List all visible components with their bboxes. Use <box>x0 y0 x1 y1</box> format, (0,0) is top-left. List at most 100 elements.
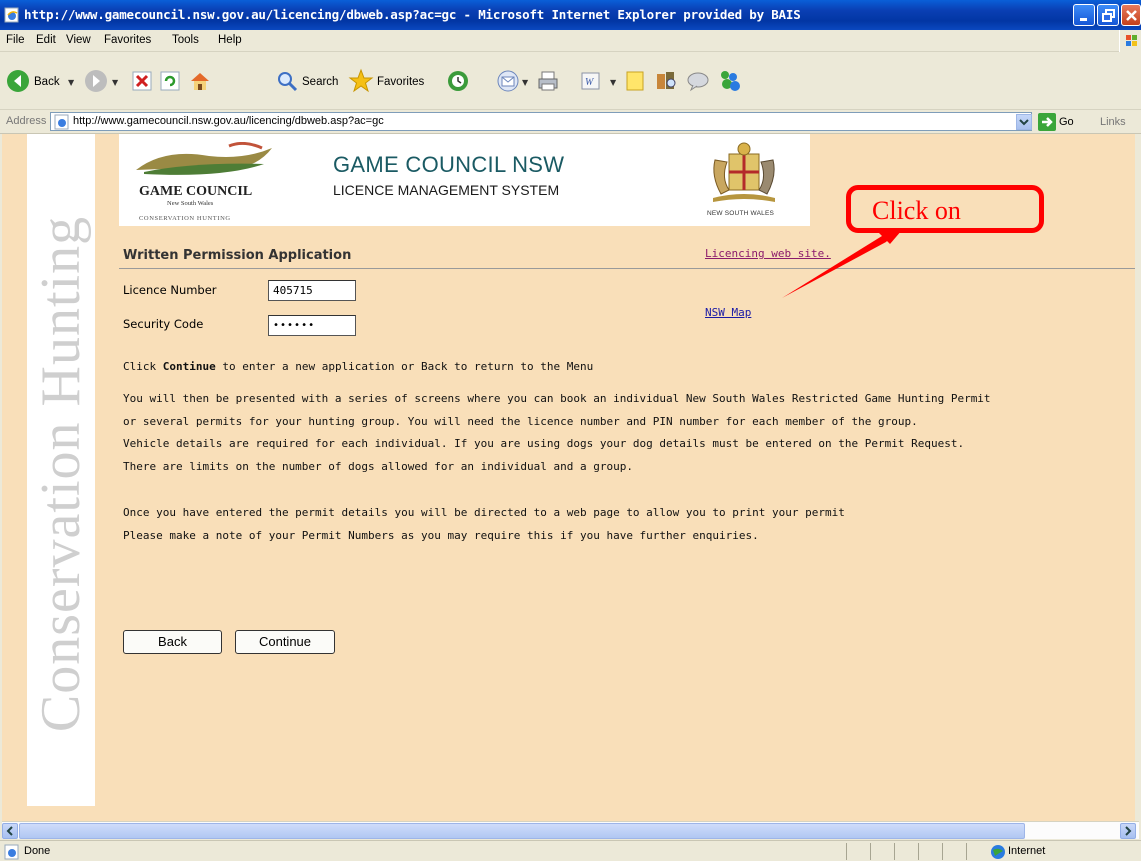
restore-icon <box>1102 9 1115 22</box>
windows-logo <box>1119 30 1141 52</box>
maximize-button[interactable] <box>1097 4 1119 26</box>
security-code-input[interactable]: •••••• <box>268 315 356 336</box>
chevron-left-icon <box>6 826 13 836</box>
search-icon[interactable] <box>276 70 298 92</box>
back-dropdown-icon[interactable]: ▼ <box>68 78 74 87</box>
address-bar: Address http://www.gamecouncil.nsw.gov.a… <box>0 110 1141 134</box>
scroll-right-button[interactable] <box>1120 823 1136 839</box>
status-divider <box>966 843 967 860</box>
nsw-crest-icon <box>713 142 775 202</box>
info-line: Vehicle details are required for each in… <box>123 437 965 450</box>
horizontal-scrollbar[interactable] <box>2 821 1139 839</box>
callout-text: Click on <box>872 196 961 225</box>
back-button[interactable]: Back <box>34 76 60 88</box>
licence-number-label: Licence Number <box>123 283 217 297</box>
notes-icon[interactable] <box>624 70 646 92</box>
scroll-left-button[interactable] <box>2 823 18 839</box>
status-divider <box>870 843 871 860</box>
close-button[interactable] <box>1121 4 1141 26</box>
address-input[interactable]: http://www.gamecouncil.nsw.gov.au/licenc… <box>50 112 1032 131</box>
favorites-button[interactable]: Favorites <box>377 76 424 88</box>
menu-view[interactable]: View <box>66 34 91 46</box>
menu-edit[interactable]: Edit <box>36 34 56 46</box>
address-dropdown[interactable] <box>1016 114 1032 130</box>
side-banner-text: Conservation Hunting <box>30 215 92 733</box>
continue-button[interactable]: Continue <box>235 630 335 654</box>
instruction-prefix: Click <box>123 360 163 373</box>
refresh-icon[interactable] <box>160 71 180 91</box>
standard-toolbar: Back ▼ ▼ Search Favorites ▼ W ▼ <box>0 52 1141 110</box>
stop-icon[interactable] <box>132 71 152 91</box>
favorites-star-icon[interactable] <box>348 68 374 94</box>
history-icon[interactable] <box>446 69 470 93</box>
back-page-button[interactable]: Back <box>123 630 222 654</box>
forward-dropdown-icon[interactable]: ▼ <box>112 78 118 87</box>
menu-help[interactable]: Help <box>218 34 242 46</box>
page-viewport: Conservation Hunting GAME COUNCIL New So… <box>2 134 1139 821</box>
mail-dropdown-icon[interactable]: ▼ <box>522 78 528 87</box>
close-icon <box>1126 10 1137 21</box>
page-heading: GAME COUNCIL NSW <box>333 152 565 177</box>
chevron-right-icon <box>1125 826 1132 836</box>
menu-bar: File Edit View Favorites Tools Help <box>0 30 1141 52</box>
links-toolbar[interactable]: Links <box>1100 116 1126 128</box>
edit-word-icon[interactable]: W <box>580 70 602 92</box>
status-bar: Done Internet <box>0 840 1141 861</box>
annotation-callout: Click on <box>846 185 1044 233</box>
ie-page-icon <box>4 844 19 860</box>
go-arrow-icon[interactable] <box>1038 113 1056 131</box>
address-label: Address <box>6 115 47 127</box>
status-divider <box>942 843 943 860</box>
menu-file[interactable]: File <box>6 34 25 46</box>
org-tagline: CONSERVATION HUNTING <box>139 215 231 222</box>
instruction-continue: Continue <box>162 360 216 373</box>
minimize-button[interactable] <box>1073 4 1095 26</box>
org-subtitle: New South Wales <box>167 200 214 207</box>
side-banner: Conservation Hunting <box>27 134 95 806</box>
callout-pointer <box>782 230 902 298</box>
status-divider <box>846 843 847 860</box>
instruction-text: Click Continue to enter a new applicatio… <box>123 356 1023 379</box>
address-url[interactable]: http://www.gamecouncil.nsw.gov.au/licenc… <box>73 115 384 127</box>
window-title-bar[interactable]: http://www.gamecouncil.nsw.gov.au/licenc… <box>0 0 1141 30</box>
menu-tools[interactable]: Tools <box>172 34 199 46</box>
page-subheading: LICENCE MANAGEMENT SYSTEM <box>333 182 560 198</box>
status-divider <box>918 843 919 860</box>
security-code-label: Security Code <box>123 317 204 331</box>
edit-dropdown-icon[interactable]: ▼ <box>610 78 616 87</box>
instruction-suffix: to enter a new application or Back to re… <box>215 360 594 373</box>
window-title: http://www.gamecouncil.nsw.gov.au/licenc… <box>24 7 801 22</box>
info-line: Once you have entered the permit details… <box>123 506 845 519</box>
menu-favorites[interactable]: Favorites <box>104 34 151 46</box>
internet-globe-icon <box>991 845 1005 859</box>
status-text: Done <box>24 845 51 857</box>
scroll-thumb[interactable] <box>19 823 1025 839</box>
section-title: Written Permission Application <box>123 248 352 263</box>
info-paragraph-1: You will then be presented with a series… <box>123 388 1023 478</box>
minimize-icon <box>1080 18 1087 21</box>
messenger-chat-icon[interactable] <box>686 69 710 93</box>
back-arrow-icon[interactable] <box>6 69 30 93</box>
game-council-logo <box>136 142 272 175</box>
go-button[interactable]: Go <box>1059 116 1074 128</box>
licence-number-input[interactable]: 405715 <box>268 280 356 301</box>
chevron-down-icon <box>1019 119 1029 126</box>
search-button[interactable]: Search <box>302 76 338 88</box>
forward-arrow-icon[interactable] <box>84 69 108 93</box>
header-banner: GAME COUNCIL New South Wales CONSERVATIO… <box>119 134 810 226</box>
info-line: There are limits on the number of dogs a… <box>123 459 633 473</box>
windows-flag-icon <box>1126 35 1137 46</box>
info-line: Please make a note of your Permit Number… <box>123 528 759 542</box>
mail-icon[interactable] <box>496 69 520 93</box>
print-icon[interactable] <box>536 69 560 93</box>
status-divider <box>894 843 895 860</box>
messenger-buddies-icon[interactable] <box>716 68 742 94</box>
home-icon[interactable] <box>188 69 212 93</box>
ie-page-icon <box>54 114 69 130</box>
info-line: You will then be presented with a series… <box>123 392 991 405</box>
ie-page-icon <box>4 7 19 23</box>
crest-caption: NEW SOUTH WALES <box>707 210 775 217</box>
nsw-map-link[interactable]: NSW Map <box>705 306 751 319</box>
research-icon[interactable] <box>654 69 678 93</box>
vertical-scrollbar[interactable] <box>1135 134 1139 821</box>
